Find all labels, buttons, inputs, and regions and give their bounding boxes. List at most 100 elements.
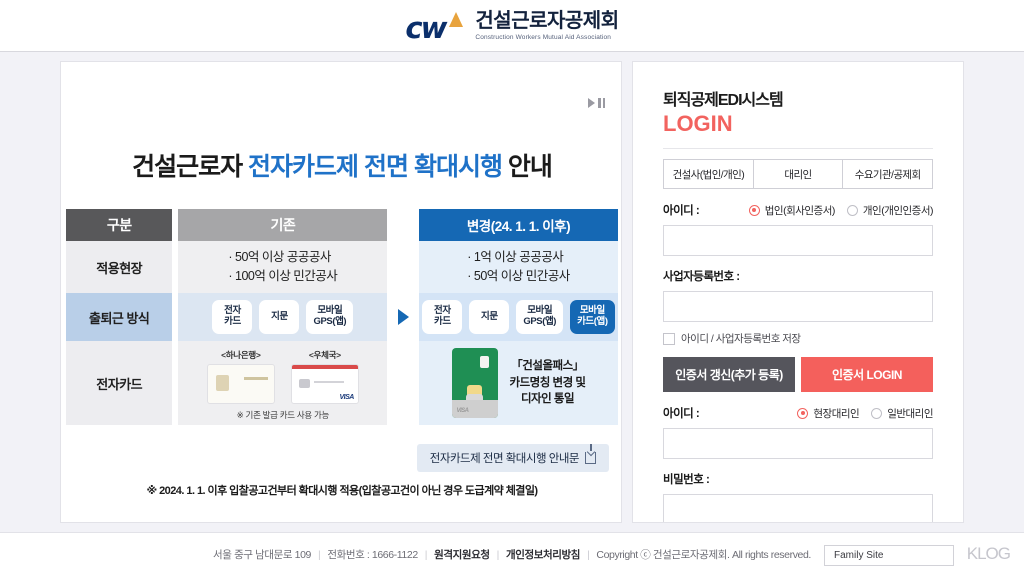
pause-icon <box>598 98 605 108</box>
col-header-new: 변경(24. 1. 1. 이후) <box>418 209 618 241</box>
chip-new-ecard: 전자 카드 <box>422 300 463 334</box>
biznum-label: 사업자등록번호 : <box>663 271 740 284</box>
transition-arrow-cell <box>397 293 409 341</box>
chip-new-fingerprint: 지문 <box>469 300 510 334</box>
radio-individual[interactable]: 개인(개인인증서) <box>846 203 934 218</box>
visa-logo-icon: VISA <box>339 394 355 401</box>
corp-save-checkbox-row[interactable]: 아이디 / 사업자등록번호 저장 <box>663 331 933 346</box>
footer-separator: | <box>424 548 428 561</box>
banner-headline: 건설근로자 전자카드제 전면 확대시행 안내 <box>61 147 623 183</box>
old-applysite-cell: · 50억 이상 공공공사 · 100억 이상 민간공사 <box>178 241 388 293</box>
new-bullet-2: · 50억 이상 민간공사 <box>467 269 570 283</box>
corp-id-input[interactable] <box>663 225 933 257</box>
col-header-label: 구분 <box>66 209 173 241</box>
site-footer: 서울 중구 남대문로 109 | 전화번호 : 1666-1122 | 원격지원… <box>0 532 1024 576</box>
login-panel: 퇴직공제EDI시스템 LOGIN 건설사(법인/개인) 대리인 수요기관/공제회… <box>632 61 964 523</box>
login-tabs: 건설사(법인/개인) 대리인 수요기관/공제회 <box>663 159 934 190</box>
agent-type-radios: 현장대리인 일반대리인 <box>797 406 933 421</box>
table-column-old: 기존 · 50억 이상 공공공사 · 100억 이상 민간공사 전자 카드 지문 … <box>178 209 388 425</box>
radio-site-agent-dot <box>797 407 809 419</box>
site-logo[interactable]: cw 건설근로자공제회 Construction Workers Mutual … <box>405 10 619 43</box>
radio-general-agent-label: 일반대리인 <box>887 407 933 420</box>
chip-old-fingerprint: 지문 <box>259 300 300 334</box>
headline-pre: 건설근로자 <box>132 153 249 181</box>
play-icon <box>588 98 595 108</box>
old-bullet-1: · 50억 이상 공공공사 <box>228 250 331 265</box>
footer-phone: 전화번호 : 1666-1122 <box>327 549 418 561</box>
download-notice-button[interactable]: 전자카드제 전면 확대시행 안내문 <box>416 444 609 472</box>
corp-save-checkbox[interactable] <box>663 332 675 345</box>
biznum-input[interactable] <box>663 291 933 323</box>
headline-post: 안내 <box>501 153 553 181</box>
bank-card-post-caption: <우체국> <box>308 350 341 360</box>
password-input[interactable] <box>663 494 933 522</box>
footer-separator: | <box>587 548 590 561</box>
table-column-arrow <box>393 209 413 425</box>
radio-corporate-label: 법인(회사인증서) <box>764 204 836 217</box>
radio-individual-label: 개인(개인인증서) <box>862 204 934 217</box>
bank-card-post-image: VISA <box>290 364 359 404</box>
chip-old-ecard: 전자 카드 <box>212 300 253 334</box>
allpass-line-3: 디자인 통일 <box>520 393 575 406</box>
allpass-line-2: 카드명칭 변경 및 <box>509 376 586 389</box>
headline-highlight: 전자카드제 전면 확대시행 <box>248 153 503 181</box>
radio-site-agent[interactable]: 현장대리인 <box>797 406 860 421</box>
radio-corporate[interactable]: 법인(회사인증서) <box>748 203 836 218</box>
tab-construction-company[interactable]: 건설사(법인/개인) <box>663 159 754 190</box>
download-label: 전자카드제 전면 확대시행 안내문 <box>429 453 580 465</box>
play-pause-icon[interactable] <box>588 98 605 108</box>
site-header: cw 건설근로자공제회 Construction Workers Mutual … <box>0 0 1024 52</box>
radio-individual-dot <box>846 204 858 216</box>
klog-logo[interactable]: KLOG <box>967 544 1011 564</box>
corp-type-radios: 법인(회사인증서) 개인(개인인증서) <box>748 203 934 218</box>
comparison-table: 구분 적용현장 출퇴근 방식 전자카드 기존 · 50억 이상 공공공사 · 1… <box>66 209 618 425</box>
row-label-attendance: 출퇴근 방식 <box>66 293 173 341</box>
footer-separator: | <box>318 548 321 561</box>
promo-banner: 건설근로자 전자카드제 전면 확대시행 안내 구분 적용현장 출퇴근 방식 전자… <box>60 61 622 523</box>
footer-remote-support-link[interactable]: 원격지원요청 <box>434 547 490 562</box>
agent-id-input[interactable] <box>663 428 933 460</box>
cert-renew-button[interactable]: 인증서 갱신(추가 등록) <box>663 357 795 393</box>
chip-new-mobilecard: 모바일 카드(앱) <box>570 300 615 334</box>
visa-logo-icon: VISA <box>456 408 470 414</box>
col-header-old: 기존 <box>178 209 388 241</box>
bank-card-post: <우체국> VISA <box>290 349 359 404</box>
bank-card-hana-image <box>206 364 275 404</box>
footer-address: 서울 중구 남대문로 109 <box>213 549 311 561</box>
logo-caret-icon <box>449 12 464 27</box>
new-applysite-cell: · 1억 이상 공공공사 · 50억 이상 민간공사 <box>418 241 618 293</box>
radio-site-agent-label: 현장대리인 <box>813 407 860 420</box>
footer-copyright: Copyright ⓒ 건설근로자공제회. All rights reserve… <box>596 549 811 561</box>
bank-card-hana: <하나은행> <box>206 349 275 404</box>
divider <box>663 148 933 150</box>
footer-privacy-link[interactable]: 개인정보처리방침 <box>506 547 580 562</box>
password-label: 비밀번호 : <box>663 474 710 487</box>
footer-text: 서울 중구 남대문로 109 | 전화번호 : 1666-1122 | 원격지원… <box>213 547 811 562</box>
tab-agent[interactable]: 대리인 <box>753 159 844 190</box>
old-attendance-cell: 전자 카드 지문 모바일 GPS(앱) <box>178 293 388 341</box>
tab-institution[interactable]: 수요기관/공제회 <box>843 159 934 190</box>
chip-new-gps: 모바일 GPS(앱) <box>516 300 564 334</box>
allpass-card-image: VISA <box>451 348 498 418</box>
logo-text: 건설근로자공제회 Construction Workers Mutual Aid… <box>475 10 619 41</box>
corp-button-row: 인증서 갱신(추가 등록) 인증서 LOGIN <box>663 357 933 393</box>
table-column-new: 변경(24. 1. 1. 이후) · 1억 이상 공공공사 · 50억 이상 민… <box>418 209 618 425</box>
radio-corporate-dot <box>748 204 760 216</box>
family-site-label: Family Site <box>834 550 884 561</box>
main-content: 건설근로자 전자카드제 전면 확대시행 안내 구분 적용현장 출퇴근 방식 전자… <box>0 52 1024 532</box>
corp-id-row: 아이디 : 법인(회사인증서) 개인(개인인증서) <box>663 202 934 218</box>
radio-general-agent[interactable]: 일반대리인 <box>871 406 933 421</box>
new-ecard-cell: VISA 「건설올패스」 카드명칭 변경 및 디자인 통일 <box>418 341 618 425</box>
login-subtitle: LOGIN <box>663 111 733 136</box>
old-card-note: ※ 기존 발급 카드 사용 가능 <box>236 410 330 420</box>
old-bullet-2: · 100억 이상 민간공사 <box>228 269 338 283</box>
agent-id-label: 아이디 : <box>663 408 700 421</box>
download-icon <box>585 444 596 464</box>
old-ecard-cell: <하나은행> <우체국> VISA ※ 기존 발급 카드 사용 가능 <box>178 341 388 425</box>
allpass-card-text: 「건설올패스」 카드명칭 변경 및 디자인 통일 <box>510 358 586 408</box>
row-label-applysite: 적용현장 <box>66 241 173 293</box>
family-site-select[interactable]: Family Site <box>824 545 954 566</box>
corp-save-label: 아이디 / 사업자등록번호 저장 <box>681 333 801 346</box>
cert-login-button[interactable]: 인증서 LOGIN <box>801 357 933 393</box>
banner-footnote: ※ 2024. 1. 1. 이후 입찰공고건부터 확대시행 적용(입찰공고건이 … <box>146 485 538 497</box>
